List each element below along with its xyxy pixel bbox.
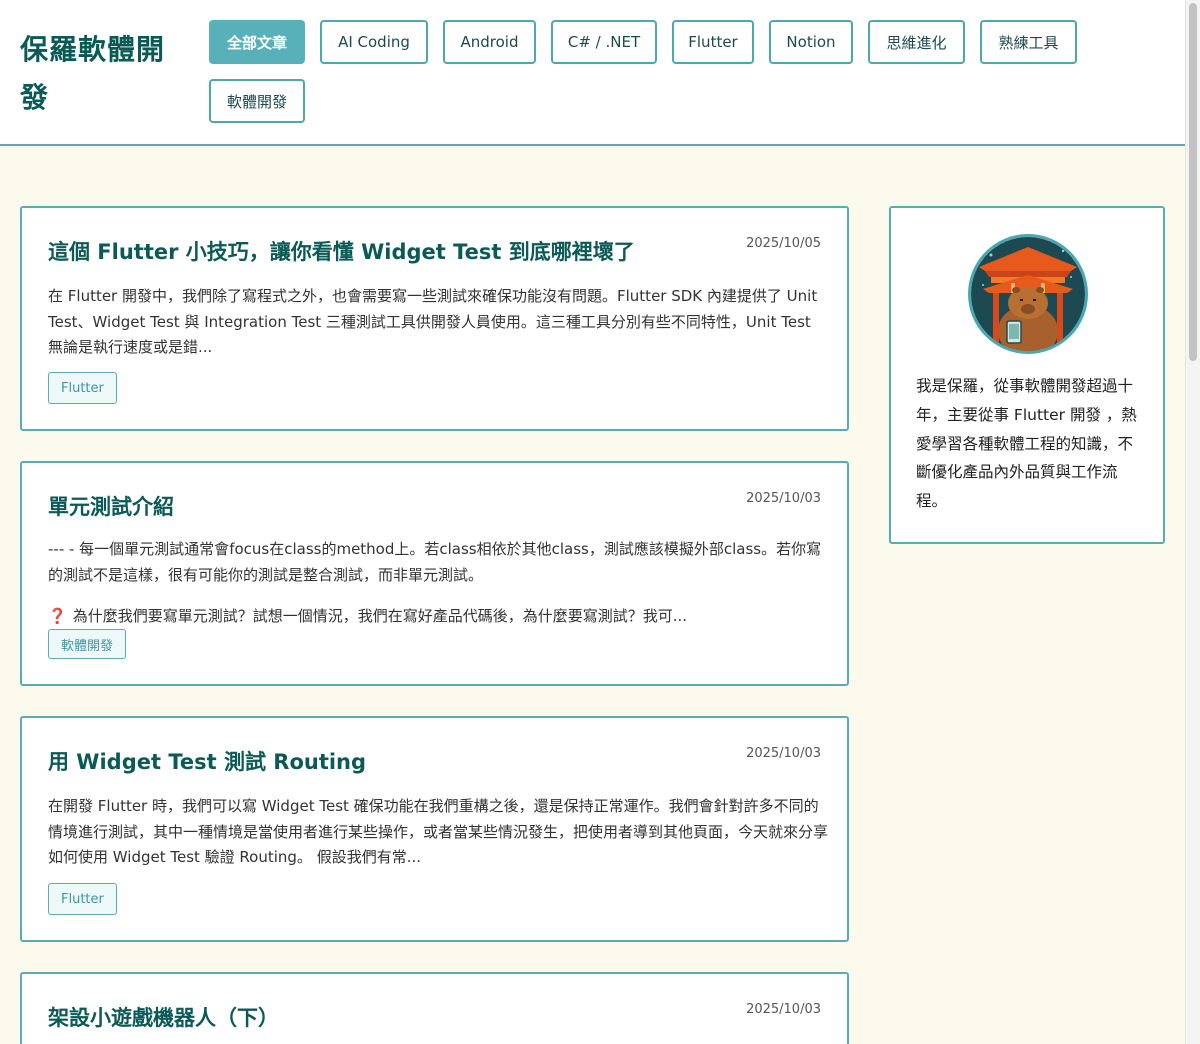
nav-mindset-button[interactable]: 思維進化 (868, 20, 965, 64)
question-mark-icon: ❓ (48, 607, 67, 625)
post-excerpt-text: 在 Flutter 開發中，我們除了寫程式之外，也會需要寫一些測試來確保功能沒有… (48, 287, 818, 356)
nav-flutter-button[interactable]: Flutter (672, 20, 754, 64)
post-date: 2025/10/05 (746, 236, 821, 251)
post-excerpt: 在 Flutter 開發中，我們除了寫程式之外，也會需要寫一些測試來確保功能沒有… (48, 284, 828, 361)
author-bio: 我是保羅，從事軟體開發超過十年，主要從事 Flutter 開發 ，熱愛學習各種軟… (916, 377, 1137, 511)
nav-ai-coding-button[interactable]: AI Coding (320, 20, 428, 64)
post-card[interactable]: 用 Widget Test 測試 Routing 2025/10/03 在開發 … (20, 716, 849, 942)
author-profile-card: 我是保羅，從事軟體開發超過十年，主要從事 Flutter 開發 ，熱愛學習各種軟… (889, 206, 1165, 544)
post-tag[interactable]: 軟體開發 (48, 629, 127, 659)
post-title[interactable]: 這個 Flutter 小技巧，讓你看懂 Widget Test 到底哪裡壞了 (48, 236, 635, 266)
page-scrollbar[interactable] (1185, 0, 1200, 1044)
author-avatar (968, 234, 1088, 354)
nav-all-posts-button[interactable]: 全部文章 (209, 20, 305, 64)
nav-android-button[interactable]: Android (443, 20, 536, 64)
post-excerpt: 在開發 Flutter 時，我們可以寫 Widget Test 確保功能在我們重… (48, 794, 828, 871)
post-excerpt-question-text: 為什麼我們要寫單元測試？試想一個情況，我們在寫好產品代碼後，為什麼要寫測試？我可… (72, 607, 687, 625)
post-date: 2025/10/03 (746, 1002, 821, 1017)
post-tag[interactable]: Flutter (48, 372, 117, 404)
post-date: 2025/10/03 (746, 491, 821, 506)
post-card[interactable]: 單元測試介紹 2025/10/03 --- - 每一個單元測試通常會focus在… (20, 461, 849, 686)
post-excerpt: --- - 每一個單元測試通常會focus在class的method上。若cla… (48, 537, 828, 630)
post-excerpt-text: --- - 每一個單元測試通常會focus在class的method上。若cla… (48, 540, 822, 584)
post-card[interactable]: 這個 Flutter 小技巧，讓你看懂 Widget Test 到底哪裡壞了 2… (20, 206, 849, 431)
nav-software-dev-button[interactable]: 軟體開發 (209, 79, 305, 123)
post-title[interactable]: 用 Widget Test 測試 Routing (48, 746, 366, 776)
nav-csharp-dotnet-button[interactable]: C# / .NET (551, 20, 657, 64)
nav-notion-button[interactable]: Notion (769, 20, 853, 64)
scrollbar-thumb[interactable] (1189, 3, 1197, 361)
post-title[interactable]: 單元測試介紹 (48, 491, 174, 521)
post-card[interactable]: 架設小遊戲機器人（下） 2025/10/03 (20, 972, 849, 1044)
post-tag[interactable]: Flutter (48, 883, 117, 915)
capybara-temple-avatar-icon (971, 237, 1085, 351)
nav-tools-button[interactable]: 熟練工具 (980, 20, 1077, 64)
site-title[interactable]: 保羅軟體開發 (20, 26, 190, 122)
site-header: 保羅軟體開發 全部文章 AI Coding Android C# / .NET … (0, 0, 1185, 146)
post-excerpt-question: ❓ 為什麼我們要寫單元測試？試想一個情況，我們在寫好產品代碼後，為什麼要寫測試？我… (48, 604, 828, 630)
post-title[interactable]: 架設小遊戲機器人（下） (48, 1002, 279, 1032)
post-excerpt-text: 在開發 Flutter 時，我們可以寫 Widget Test 確保功能在我們重… (48, 797, 829, 866)
post-date: 2025/10/03 (746, 746, 821, 761)
